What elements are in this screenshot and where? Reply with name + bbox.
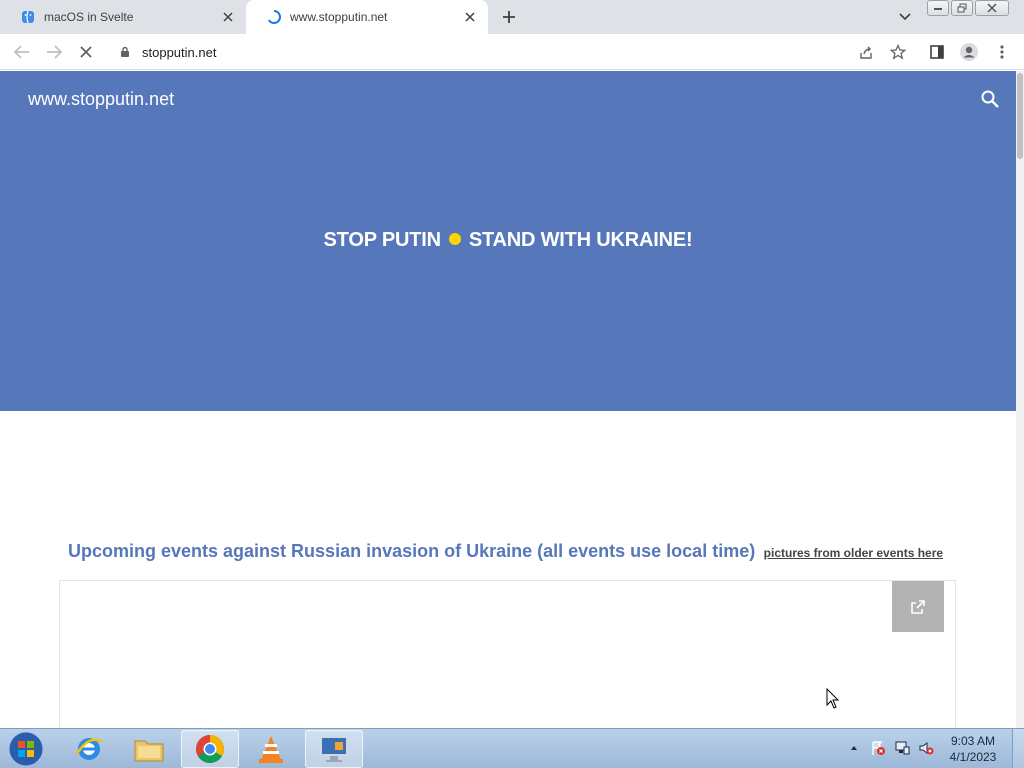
volume-muted-icon[interactable] bbox=[917, 739, 935, 757]
page-scrollbar[interactable] bbox=[1016, 71, 1024, 728]
forward-arrow-icon[interactable] bbox=[42, 41, 66, 63]
window-controls bbox=[927, 0, 1009, 16]
minimize-icon[interactable] bbox=[927, 0, 949, 16]
profile-avatar-icon[interactable] bbox=[958, 41, 980, 63]
headline: STOP PUTIN STAND WITH UKRAINE! bbox=[0, 229, 1016, 252]
action-center-flag-icon[interactable] bbox=[869, 739, 887, 757]
system-clock[interactable]: 9:03 AM 4/1/2023 bbox=[940, 733, 1006, 765]
hero-banner: www.stopputin.net STOP PUTIN STAND WITH U… bbox=[0, 71, 1016, 411]
network-icon[interactable] bbox=[893, 739, 911, 757]
bookmark-star-icon[interactable] bbox=[887, 41, 909, 63]
windows-logo-icon bbox=[8, 731, 44, 767]
file-explorer-icon[interactable] bbox=[120, 730, 178, 768]
close-window-icon[interactable] bbox=[975, 0, 1009, 16]
screen: macOS in Svelte www.stopputin.net stoppu… bbox=[0, 0, 1024, 768]
mouse-cursor-icon bbox=[826, 687, 840, 710]
search-icon[interactable] bbox=[980, 89, 1000, 109]
open-external-button[interactable] bbox=[892, 581, 944, 632]
url-text: stopputin.net bbox=[142, 44, 217, 60]
tab-title: macOS in Svelte bbox=[44, 10, 134, 24]
tab-macos-in-svelte[interactable]: macOS in Svelte bbox=[0, 0, 246, 34]
start-button[interactable] bbox=[6, 730, 46, 768]
lock-icon[interactable] bbox=[118, 45, 132, 59]
stop-loading-icon[interactable] bbox=[74, 41, 98, 63]
scrollbar-thumb[interactable] bbox=[1017, 73, 1023, 159]
headline-right: STAND WITH UKRAINE! bbox=[468, 229, 693, 251]
site-title[interactable]: www.stopputin.net bbox=[28, 89, 174, 110]
show-desktop-button[interactable] bbox=[1012, 729, 1024, 768]
kebab-menu-icon[interactable] bbox=[991, 41, 1013, 63]
back-arrow-icon[interactable] bbox=[10, 41, 34, 63]
vlc-icon[interactable] bbox=[242, 730, 300, 768]
taskbar: 9:03 AM 4/1/2023 bbox=[0, 728, 1024, 768]
show-hidden-icons-icon[interactable] bbox=[845, 739, 863, 757]
new-tab-icon[interactable] bbox=[498, 7, 520, 27]
page-viewport: www.stopputin.net STOP PUTIN STAND WITH U… bbox=[0, 71, 1024, 728]
older-events-link[interactable]: pictures from older events here bbox=[764, 546, 943, 560]
chrome-icon[interactable] bbox=[181, 730, 239, 768]
tab-strip: macOS in Svelte www.stopputin.net bbox=[0, 0, 1024, 34]
share-icon[interactable] bbox=[855, 41, 877, 63]
system-tray bbox=[845, 739, 935, 757]
tab-title: www.stopputin.net bbox=[290, 10, 388, 24]
headline-left: STOP PUTIN bbox=[323, 229, 441, 251]
finder-face-icon bbox=[20, 9, 36, 25]
remote-desktop-icon[interactable] bbox=[305, 730, 363, 768]
address-bar[interactable]: stopputin.net bbox=[110, 37, 920, 67]
restore-icon[interactable] bbox=[951, 0, 973, 16]
side-panel-icon[interactable] bbox=[926, 41, 948, 63]
close-tab-icon[interactable] bbox=[462, 9, 478, 25]
internet-explorer-icon[interactable] bbox=[60, 730, 118, 768]
browser-toolbar: stopputin.net bbox=[0, 34, 1024, 70]
loading-spinner-icon bbox=[266, 9, 282, 25]
clock-time: 9:03 AM bbox=[950, 734, 996, 748]
clock-date: 4/1/2023 bbox=[949, 750, 997, 764]
tab-stopputin[interactable]: www.stopputin.net bbox=[246, 0, 488, 34]
events-embed bbox=[59, 580, 956, 728]
external-link-icon bbox=[911, 599, 925, 614]
events-heading: Upcoming events against Russian invasion… bbox=[68, 541, 943, 562]
yellow-dot-icon bbox=[448, 232, 461, 245]
events-title: Upcoming events against Russian invasion… bbox=[68, 541, 756, 561]
close-tab-icon[interactable] bbox=[220, 9, 236, 25]
chevron-down-icon[interactable] bbox=[895, 8, 915, 26]
